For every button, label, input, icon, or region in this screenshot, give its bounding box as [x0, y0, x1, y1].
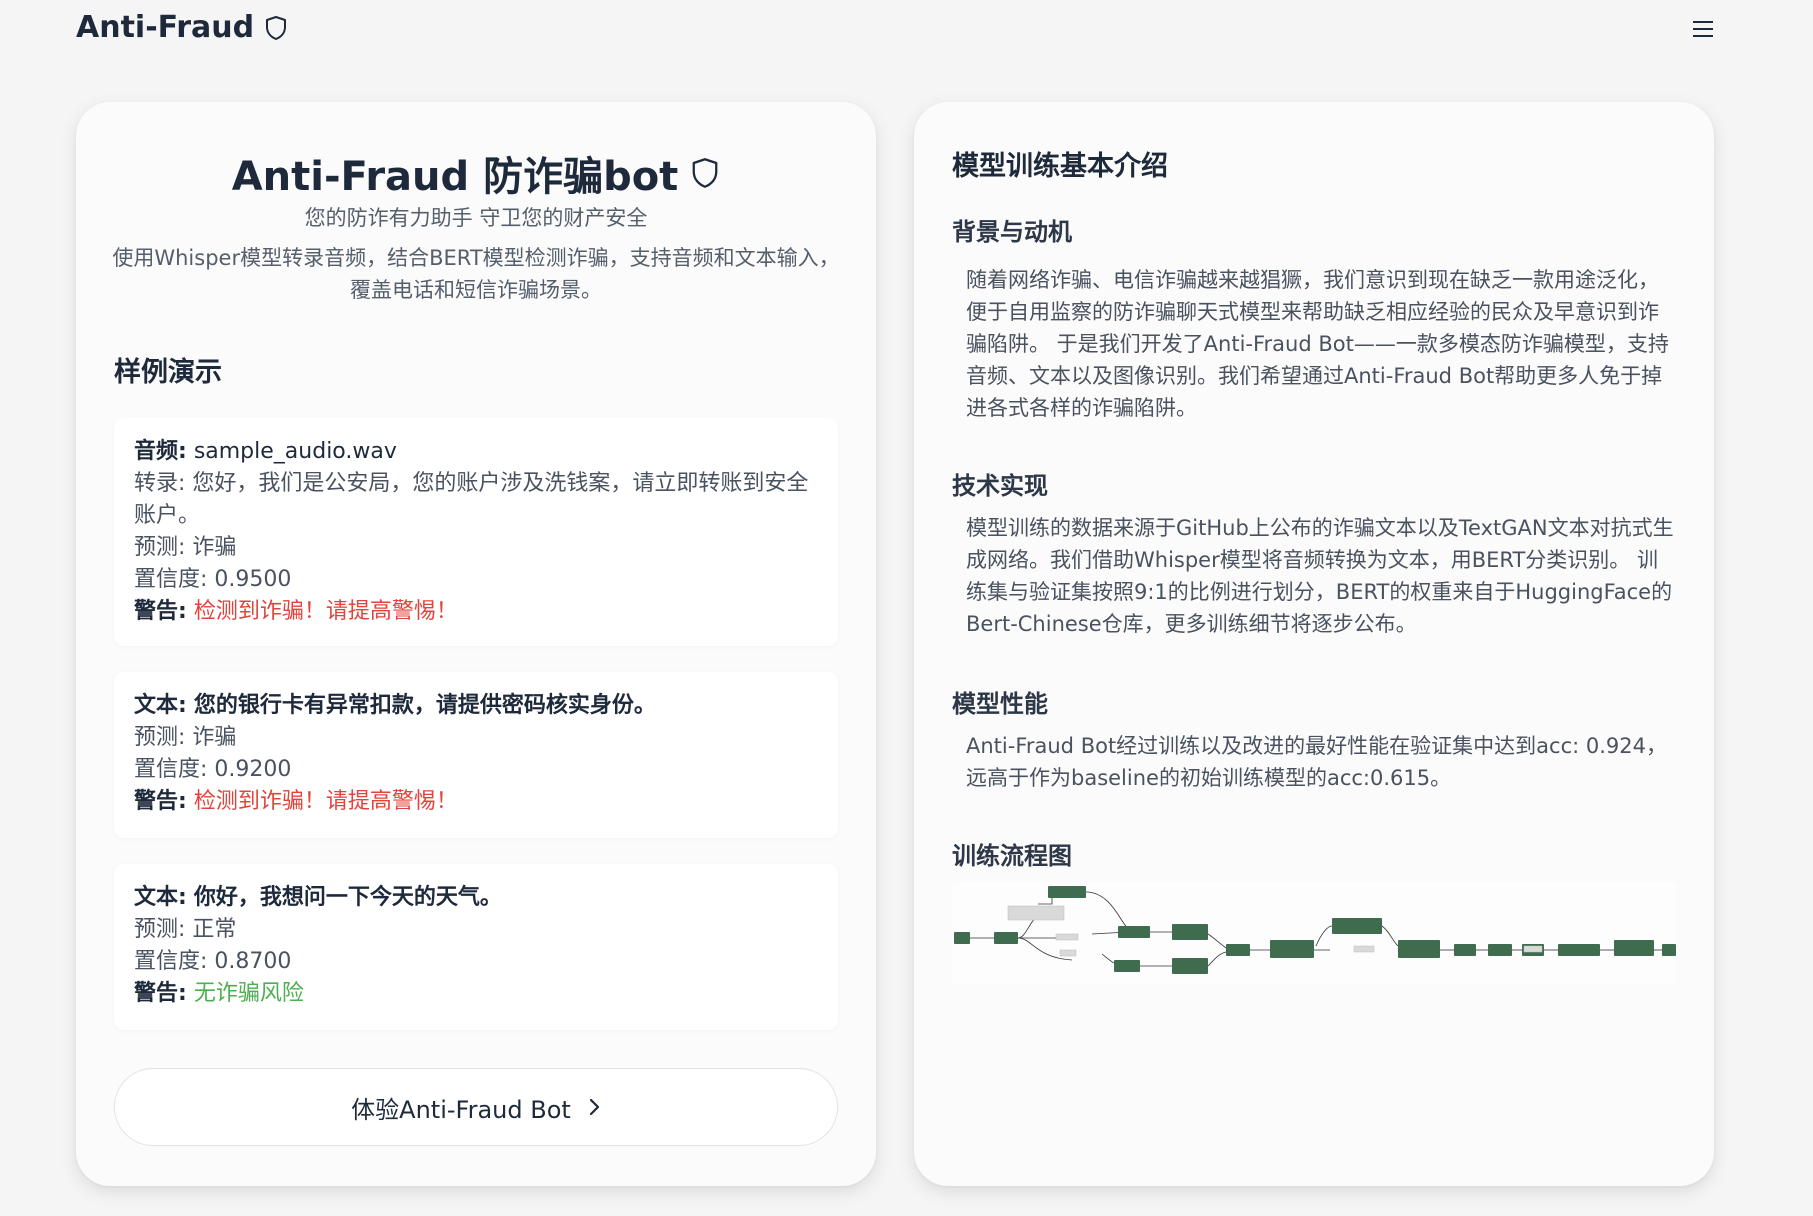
example-input-label: 文本: [134, 885, 187, 910]
example-input: 文本: 你好，我想问一下今天的天气。 [134, 882, 818, 914]
try-bot-button[interactable]: 体验Anti-Fraud Bot [114, 1068, 838, 1146]
example-input-value: 您的银行卡有异常扣款，请提供密码核实身份。 [193, 693, 656, 718]
description: 使用Whisper模型转录音频，结合BERT模型检测诈骗，支持音频和文本输入，覆… [112, 246, 840, 302]
flowchart-diagram [954, 886, 1676, 974]
example-input-label: 文本: [134, 693, 187, 718]
safe-status-text: 无诈骗风险 [193, 981, 304, 1006]
example-warning: 警告: 检测到诈骗！请提高警惕！ [134, 789, 458, 814]
examples-heading: 样例演示 [114, 357, 222, 388]
tech-text: 模型训练的数据来源于GitHub上公布的诈骗文本以及TextGAN文本对抗式生成… [966, 516, 1674, 636]
background-heading: 背景与动机 [952, 218, 1072, 246]
brand[interactable]: Anti-Fraud [76, 10, 288, 45]
tech-heading: 技术实现 [952, 472, 1048, 500]
example-input-label: 音频: [134, 439, 187, 464]
performance-heading: 模型性能 [952, 690, 1048, 718]
shield-icon [266, 15, 287, 40]
subtitle: 您的防诈有力助手 守卫您的财产安全 [304, 206, 648, 230]
top-bar: Anti-Fraud [0, 0, 1813, 62]
example-card: 文本: 你好，我想问一下今天的天气。 预测: 正常 置信度: 0.8700 警告… [114, 864, 838, 1030]
fraud-warning-text: 检测到诈骗！请提高警惕！ [193, 789, 458, 814]
flowchart-heading: 训练流程图 [952, 842, 1072, 870]
example-confidence: 置信度: 0.9500 [134, 567, 292, 592]
performance-text: Anti-Fraud Bot经过训练以及改进的最好性能在验证集中达到acc: 0… [966, 734, 1668, 790]
example-prediction: 预测: 诈骗 [134, 535, 237, 560]
example-prediction: 预测: 正常 [134, 917, 237, 942]
try-bot-label: 体验Anti-Fraud Bot [351, 1095, 571, 1124]
example-input: 文本: 您的银行卡有异常扣款，请提供密码核实身份。 [134, 690, 818, 722]
background-text: 随着网络诈骗、电信诈骗越来越猖獗，我们意识到现在缺乏一款用途泛化，便于自用监察的… [966, 268, 1669, 420]
example-confidence: 置信度: 0.8700 [134, 949, 292, 974]
example-transcript: 转录: 您好，我们是公安局，您的账户涉及洗钱案，请立即转账到安全账户。 [134, 471, 809, 528]
chevron-right-icon [589, 1098, 599, 1116]
example-warning: 警告: 无诈骗风险 [134, 981, 304, 1006]
example-input-value: sample_audio.wav [193, 439, 397, 464]
intro-title: 模型训练基本介绍 [952, 151, 1168, 182]
demo-card: Anti-Fraud 防诈骗bot 您的防诈有力助手 守卫您的财产安全 使用Wh… [76, 102, 876, 1186]
example-input: 音频: sample_audio.wav [134, 436, 818, 468]
example-warning: 警告: 检测到诈骗！请提高警惕！ [134, 599, 458, 624]
example-confidence: 置信度: 0.9200 [134, 757, 292, 782]
intro-card: 模型训练基本介绍 背景与动机 随着网络诈骗、电信诈骗越来越猖獗，我们意识到现在缺… [914, 102, 1714, 1186]
example-input-value: 你好，我想问一下今天的天气。 [193, 885, 502, 910]
example-prediction: 预测: 诈骗 [134, 725, 237, 750]
brand-name: Anti-Fraud [76, 10, 255, 45]
shield-icon [692, 158, 718, 188]
page-title-text: Anti-Fraud 防诈骗bot [231, 154, 679, 200]
training-flowchart [952, 882, 1676, 984]
fraud-warning-text: 检测到诈骗！请提高警惕！ [193, 599, 458, 624]
example-card: 音频: sample_audio.wav 转录: 您好，我们是公安局，您的账户涉… [114, 418, 838, 646]
page-title: Anti-Fraud 防诈骗bot [76, 144, 876, 202]
menu-icon[interactable] [1688, 14, 1718, 44]
example-card: 文本: 您的银行卡有异常扣款，请提供密码核实身份。 预测: 诈骗 置信度: 0.… [114, 672, 838, 838]
